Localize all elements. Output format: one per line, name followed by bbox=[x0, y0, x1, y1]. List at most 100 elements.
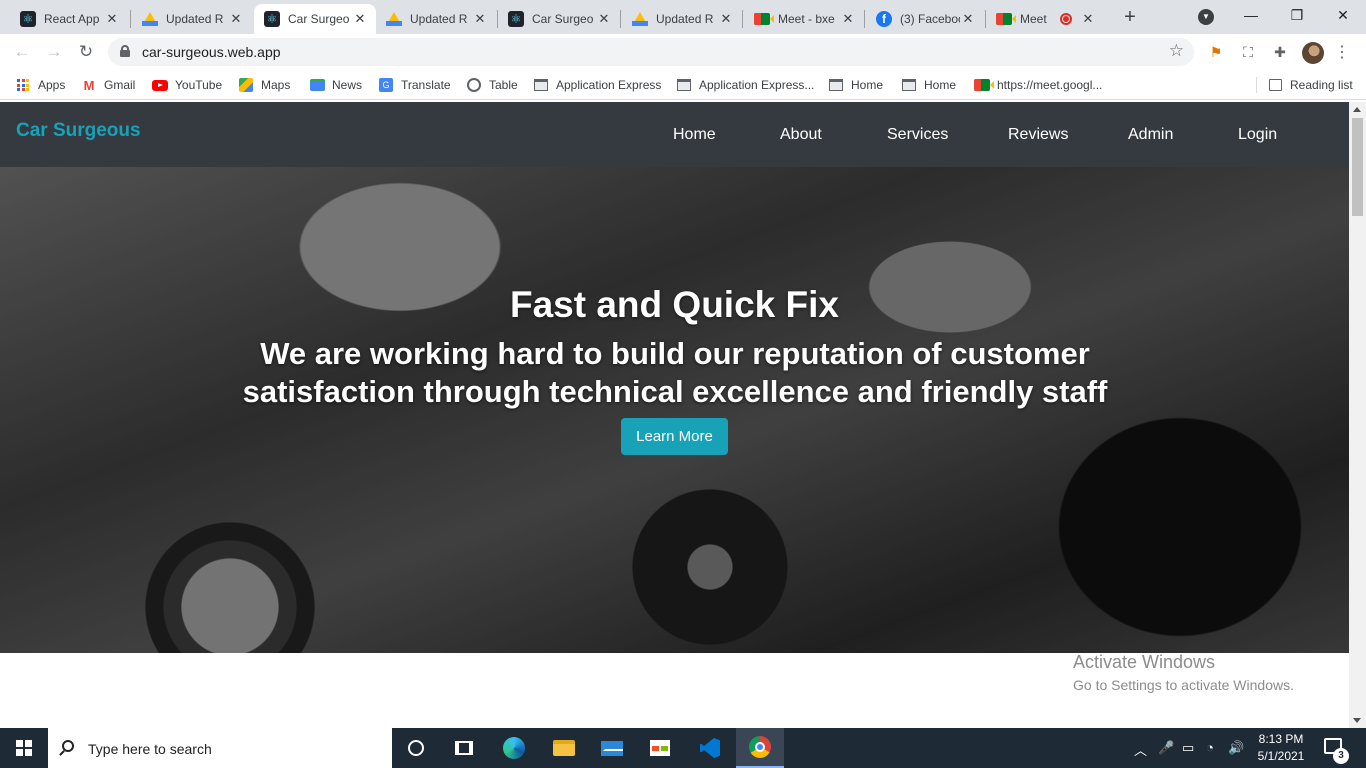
google-drive-icon bbox=[632, 11, 648, 27]
tab-search-icon[interactable]: ▼ bbox=[1198, 9, 1214, 25]
wifi-icon[interactable]: ◔ bbox=[1206, 740, 1214, 755]
bookmark-table[interactable]: Table bbox=[466, 76, 518, 94]
taskbar-store[interactable] bbox=[636, 728, 684, 768]
nav-login[interactable]: Login bbox=[1238, 126, 1277, 144]
nav-services[interactable]: Services bbox=[887, 126, 948, 144]
bookmark-application-express-2[interactable]: Application Express... bbox=[676, 76, 814, 94]
task-view-button[interactable] bbox=[440, 728, 488, 768]
bookmark-star-icon[interactable]: ☆ bbox=[1169, 41, 1184, 61]
browser-tab[interactable]: Updated R ✕ bbox=[132, 4, 252, 34]
close-tab-icon[interactable]: ✕ bbox=[1080, 11, 1096, 27]
close-tab-icon[interactable]: ✕ bbox=[596, 11, 612, 27]
taskbar-file-explorer[interactable] bbox=[540, 728, 588, 768]
news-icon bbox=[309, 77, 325, 93]
new-tab-button[interactable]: + bbox=[1118, 6, 1142, 30]
taskbar-search[interactable] bbox=[48, 728, 392, 768]
url-text[interactable]: car-surgeous.web.app bbox=[142, 44, 281, 60]
bookmark-label: Application Express... bbox=[699, 78, 815, 92]
taskbar-edge[interactable] bbox=[490, 728, 538, 768]
minimize-button[interactable]: — bbox=[1228, 0, 1274, 30]
bookmark-maps[interactable]: Maps bbox=[238, 76, 290, 94]
close-window-button[interactable]: ✕ bbox=[1320, 0, 1366, 30]
restore-button[interactable]: ❐ bbox=[1274, 0, 1320, 30]
close-tab-icon[interactable]: ✕ bbox=[840, 11, 856, 27]
nav-home[interactable]: Home bbox=[673, 126, 716, 144]
react-icon: ⚛ bbox=[20, 11, 36, 27]
scrollbar-thumb[interactable] bbox=[1352, 118, 1363, 216]
close-tab-icon[interactable]: ✕ bbox=[718, 11, 734, 27]
bookmark-application-express[interactable]: Application Express bbox=[533, 76, 661, 94]
bookmark-home-2[interactable]: Home bbox=[901, 76, 956, 94]
browser-tab[interactable]: ⚛ Car Surgeo ✕ bbox=[498, 4, 620, 34]
bookmark-label: https://meet.googl... bbox=[997, 78, 1103, 92]
tray-overflow-icon[interactable]: ︿ bbox=[1134, 740, 1147, 759]
taskbar-search-input[interactable] bbox=[88, 739, 378, 759]
folder-icon bbox=[553, 740, 575, 756]
bookmark-apps[interactable]: Apps bbox=[15, 76, 65, 94]
battery-icon[interactable]: ▭ bbox=[1182, 740, 1194, 756]
google-meet-icon bbox=[754, 11, 770, 27]
bookmark-home[interactable]: Home bbox=[828, 76, 883, 94]
bookmark-label: Gmail bbox=[104, 78, 136, 92]
bookmark-news[interactable]: News bbox=[309, 76, 362, 94]
browser-tab[interactable]: f (3) Faceboo ✕ bbox=[866, 4, 984, 34]
tab-separator bbox=[620, 10, 621, 28]
page-scrollbar[interactable] bbox=[1349, 102, 1366, 728]
learn-more-button[interactable]: Learn More bbox=[621, 418, 728, 455]
bookmark-meet[interactable]: https://meet.googl... bbox=[974, 76, 1102, 94]
browser-tab[interactable]: Meet - bxe ✕ bbox=[744, 4, 864, 34]
watermark-subtitle: Go to Settings to activate Windows. bbox=[1073, 677, 1294, 693]
taskbar-mail[interactable] bbox=[588, 728, 636, 768]
profile-avatar[interactable] bbox=[1302, 42, 1324, 64]
recording-icon bbox=[1060, 13, 1072, 25]
close-tab-icon[interactable]: ✕ bbox=[104, 11, 120, 27]
address-bar[interactable]: car-surgeous.web.app ☆ bbox=[108, 38, 1194, 66]
extension-icon[interactable]: ⚑ bbox=[1206, 42, 1226, 62]
scroll-up-arrow-icon[interactable] bbox=[1353, 107, 1361, 112]
browser-tab[interactable]: Meet ✕ bbox=[986, 4, 1104, 34]
close-tab-icon[interactable]: ✕ bbox=[472, 11, 488, 27]
close-tab-icon[interactable]: ✕ bbox=[228, 11, 244, 27]
bookmark-label: Application Express bbox=[556, 78, 662, 92]
back-button[interactable]: ← bbox=[10, 41, 34, 63]
nav-about[interactable]: About bbox=[780, 126, 822, 144]
taskbar-vscode[interactable] bbox=[686, 728, 734, 768]
browser-tab-active[interactable]: ⚛ Car Surgeo ✕ bbox=[254, 4, 376, 34]
browser-tab[interactable]: Updated R ✕ bbox=[622, 4, 742, 34]
reload-button[interactable]: ↻ bbox=[74, 41, 98, 63]
apps-grid-icon bbox=[15, 77, 31, 93]
taskbar-chrome[interactable] bbox=[736, 728, 784, 768]
forward-button[interactable]: → bbox=[42, 41, 66, 63]
nav-reviews[interactable]: Reviews bbox=[1008, 126, 1068, 144]
close-tab-icon[interactable]: ✕ bbox=[960, 11, 976, 27]
scroll-down-arrow-icon[interactable] bbox=[1353, 718, 1361, 723]
google-meet-icon bbox=[996, 11, 1012, 27]
bookmark-label: Maps bbox=[261, 78, 291, 92]
bookmark-label: Translate bbox=[401, 78, 451, 92]
nav-admin[interactable]: Admin bbox=[1128, 126, 1173, 144]
lock-icon[interactable] bbox=[120, 45, 130, 57]
microphone-icon[interactable]: 🎤 bbox=[1158, 740, 1174, 756]
volume-icon[interactable]: 🔊 bbox=[1228, 740, 1244, 756]
reading-list-button[interactable]: Reading list bbox=[1267, 76, 1353, 94]
bookmark-label: Home bbox=[924, 78, 957, 92]
tab-separator bbox=[742, 10, 743, 28]
edge-icon bbox=[503, 737, 525, 759]
extensions-puzzle-icon[interactable]: ✚ bbox=[1270, 42, 1290, 62]
react-icon: ⚛ bbox=[508, 11, 524, 27]
google-drive-icon bbox=[386, 11, 402, 27]
screen-capture-icon[interactable]: ⛶ bbox=[1238, 42, 1258, 62]
browser-tab[interactable]: ⚛ React App ✕ bbox=[10, 4, 128, 34]
bookmark-youtube[interactable]: YouTube bbox=[152, 76, 222, 94]
cortana-button[interactable] bbox=[392, 728, 440, 768]
bookmark-translate[interactable]: G Translate bbox=[378, 76, 451, 94]
start-button[interactable] bbox=[0, 728, 48, 768]
windows-logo-icon bbox=[16, 740, 32, 756]
bookmark-gmail[interactable]: M Gmail bbox=[81, 76, 136, 94]
browser-menu-icon[interactable]: ⋮ bbox=[1334, 42, 1350, 62]
close-tab-icon[interactable]: ✕ bbox=[352, 11, 368, 27]
taskbar-clock[interactable]: 8:13 PM 5/1/2021 bbox=[1252, 731, 1310, 765]
browser-tab[interactable]: Updated R ✕ bbox=[376, 4, 496, 34]
reading-list-icon bbox=[1267, 77, 1283, 93]
site-brand-link[interactable]: Car Surgeous bbox=[16, 120, 141, 142]
